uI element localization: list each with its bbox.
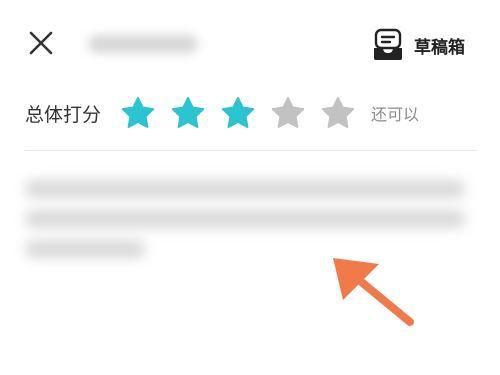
overall-rating-label: 总体打分 — [25, 103, 102, 126]
blurred-review-text — [25, 210, 465, 228]
divider — [25, 150, 478, 151]
rating-description: 还可以 — [371, 105, 420, 124]
close-icon — [29, 31, 53, 55]
star-rating[interactable] — [121, 96, 371, 130]
review-text-area[interactable] — [0, 152, 500, 375]
overall-rating-row: 总体打分 还可以 — [0, 92, 500, 134]
blurred-review-text — [25, 240, 145, 258]
star-filled-icon[interactable] — [171, 96, 205, 130]
top-bar: 草稿箱 — [0, 0, 500, 90]
arrow-up-left-icon — [333, 258, 414, 326]
star-filled-icon[interactable] — [221, 96, 255, 130]
star-empty-icon[interactable] — [321, 96, 355, 130]
blurred-page-title — [88, 35, 198, 53]
draft-box-icon — [374, 28, 402, 60]
draft-box-label: 草稿箱 — [414, 37, 465, 58]
blurred-review-text — [25, 180, 465, 198]
star-filled-icon[interactable] — [121, 96, 155, 130]
draft-box-button[interactable]: 草稿箱 — [372, 26, 465, 64]
star-empty-icon[interactable] — [271, 96, 305, 130]
close-button[interactable] — [26, 28, 56, 58]
